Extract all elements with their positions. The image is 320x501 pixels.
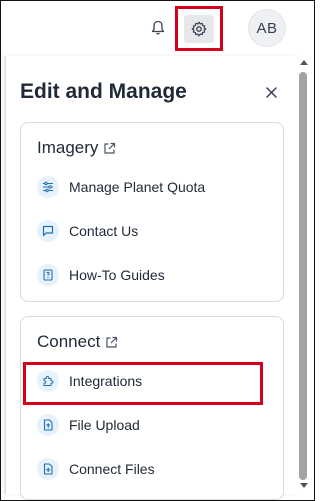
chat-icon [37,220,59,242]
menu-item-label: Contact Us [69,223,139,239]
top-bar: AB [0,0,315,56]
file-upload-icon [37,414,59,436]
menu-item-label: Manage Planet Quota [69,179,206,195]
file-add-icon [37,458,59,480]
panel-title: Edit and Manage [20,80,187,103]
menu-item-manage-planet-quota[interactable]: Manage Planet Quota [37,173,267,201]
avatar[interactable]: AB [248,9,286,47]
edit-manage-panel: Edit and Manage Imagery Manage Planet Qu… [5,56,298,500]
scroll-up-arrow-icon[interactable] [300,60,308,65]
gear-icon [191,21,207,37]
connect-heading[interactable]: Connect [37,332,118,352]
close-icon[interactable] [264,85,278,99]
connect-section: Connect Integrations File Upload Connect… [20,316,284,500]
sliders-icon [37,176,59,198]
scrollbar-thumb[interactable] [299,72,307,480]
imagery-heading[interactable]: Imagery [37,138,116,158]
imagery-heading-label: Imagery [37,138,99,157]
menu-item-how-to-guides[interactable]: How-To Guides [37,261,267,289]
puzzle-icon [37,370,59,392]
menu-item-integrations[interactable]: Integrations [37,367,267,395]
help-doc-icon [37,264,59,286]
connect-heading-label: Connect [37,332,101,351]
external-link-icon [105,336,118,349]
menu-item-label: File Upload [69,417,140,433]
menu-item-label: How-To Guides [69,267,165,283]
imagery-section: Imagery Manage Planet Quota Contact Us H… [20,122,284,302]
scroll-down-arrow-icon[interactable] [300,483,308,488]
external-link-icon [103,142,116,155]
menu-item-connect-files[interactable]: Connect Files [37,455,267,483]
scrollbar[interactable] [298,56,310,494]
menu-item-file-upload[interactable]: File Upload [37,411,267,439]
settings-button[interactable] [184,15,214,43]
menu-item-contact-us[interactable]: Contact Us [37,217,267,245]
bell-icon[interactable] [148,18,168,38]
menu-item-label: Connect Files [69,461,155,477]
menu-item-label: Integrations [69,373,143,389]
